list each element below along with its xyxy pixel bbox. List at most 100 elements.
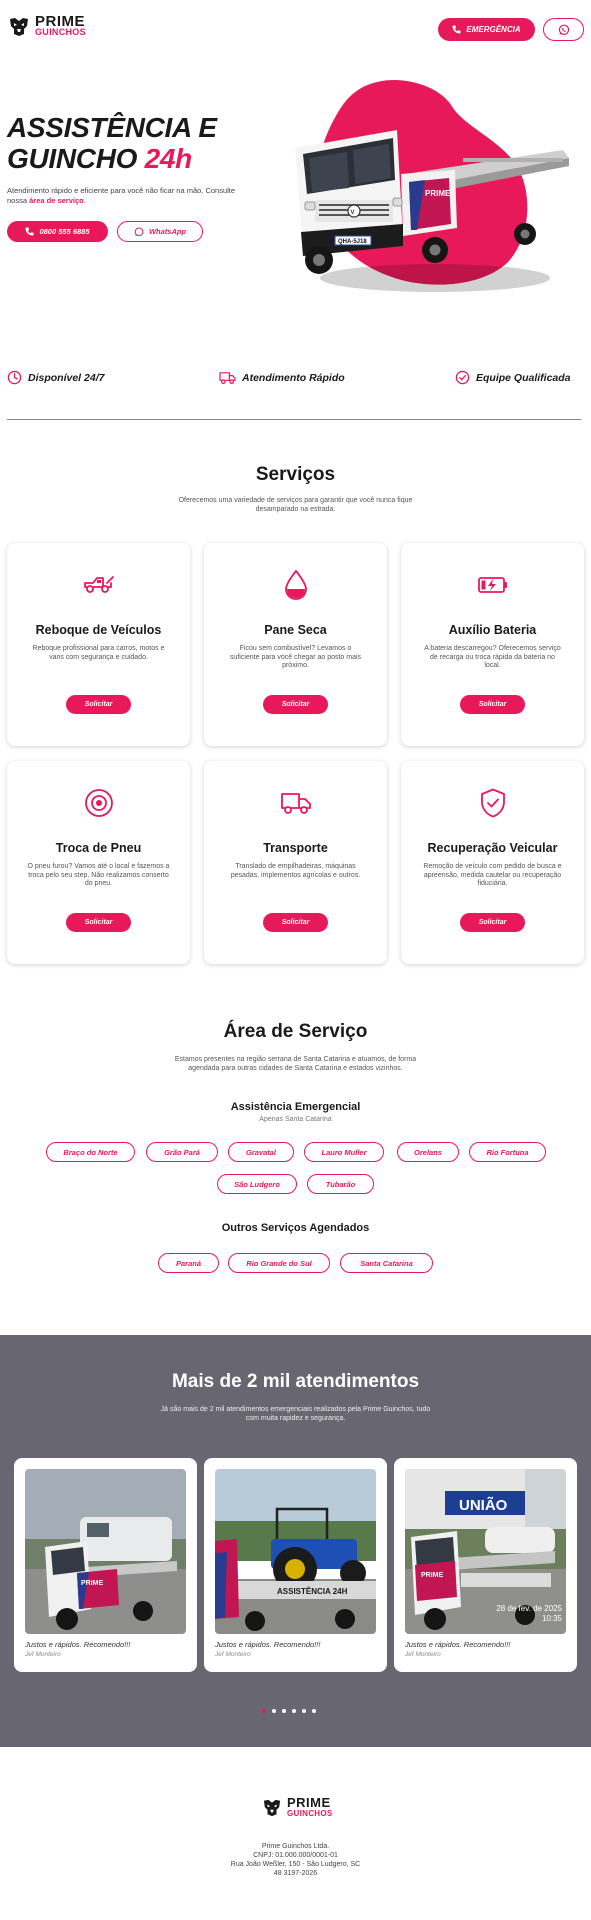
tractor-truck-banner: ASSISTÊNCIA 24H bbox=[277, 1587, 348, 1596]
city-chip[interactable]: Orelans bbox=[397, 1142, 459, 1162]
whatsapp-icon bbox=[134, 227, 144, 236]
whatsapp-icon bbox=[558, 24, 569, 35]
service-title: Reboque de Veículos bbox=[35, 623, 162, 637]
request-battery-button[interactable]: Solicitar bbox=[460, 695, 525, 714]
footer-company: Prime Guinchos Ltda. bbox=[261, 1843, 330, 1850]
car-photo-stamp-date: 28 de fev. de 2025 bbox=[496, 1604, 562, 1613]
service-desc: O pneu furou? Vamos até o local e fazemo… bbox=[27, 863, 170, 887]
service-card-tire: Troca de Pneu O pneu furou? Vamos até o … bbox=[7, 761, 190, 964]
services-subtitle: Oferecemos uma variedade de serviços par… bbox=[178, 497, 413, 513]
region-chip[interactable]: Santa Catarina bbox=[340, 1253, 433, 1273]
city-chip[interactable]: Tubarão bbox=[307, 1174, 374, 1194]
svg-text:V: V bbox=[351, 210, 355, 216]
carousel-dot[interactable] bbox=[262, 1709, 266, 1713]
check-circle-icon bbox=[455, 370, 470, 385]
site-header: PRIME GUINCHOS EMERGÊNCIA bbox=[0, 0, 591, 60]
scheduled-area-title: Outros Serviços Agendados bbox=[221, 1222, 370, 1234]
hero-title: ASSISTÊNCIA E GUINCHO 24h bbox=[7, 112, 217, 174]
service-card-tow: Reboque de Veículos Reboque profissional… bbox=[7, 543, 190, 746]
transformer-logo-icon bbox=[10, 18, 28, 36]
city-chip[interactable]: Lauro Muller bbox=[304, 1142, 384, 1162]
call-phone-label: 0800 555 6885 bbox=[39, 227, 90, 236]
testimonials-subtitle: Já são mais de 2 mil atendimentos emerge… bbox=[160, 1406, 431, 1422]
carousel-dot[interactable] bbox=[272, 1709, 276, 1713]
whatsapp-button[interactable]: WhatsApp bbox=[117, 221, 203, 242]
clock-icon bbox=[7, 370, 22, 385]
carousel-dot[interactable] bbox=[282, 1709, 286, 1713]
carousel-dot[interactable] bbox=[302, 1709, 306, 1713]
city-chip[interactable]: Braço do Norte bbox=[46, 1142, 135, 1162]
svg-text:PRIME: PRIME bbox=[421, 1572, 444, 1579]
battery-charging-icon bbox=[477, 569, 509, 601]
request-transport-button[interactable]: Solicitar bbox=[263, 913, 328, 932]
call-phone-button[interactable]: 0800 555 6885 bbox=[7, 221, 108, 242]
car-photo-stamp-time: 10:35 bbox=[542, 1614, 563, 1623]
service-title: Pane Seca bbox=[264, 623, 327, 637]
phone-icon bbox=[25, 227, 35, 236]
testimonial-author: Jef Monteiro bbox=[215, 1651, 251, 1658]
footer-street: Rua João Weßler, 150 - São Ludgero, SC bbox=[230, 1861, 361, 1868]
carousel-dot[interactable] bbox=[312, 1709, 316, 1713]
service-card-fuel: Pane Seca Ficou sem combustível? Levamos… bbox=[204, 543, 387, 746]
feature-fast-service: Atendimento Rápido bbox=[219, 370, 345, 385]
request-tow-button[interactable]: Solicitar bbox=[66, 695, 131, 714]
request-tire-button[interactable]: Solicitar bbox=[66, 913, 131, 932]
area-title: Área de Serviço bbox=[223, 1021, 368, 1042]
city-chip[interactable]: Rio Fortuna bbox=[469, 1142, 546, 1162]
service-card-recovery: Recuperação Veicular Remoção de veículo … bbox=[401, 761, 584, 964]
features-row: Disponível 24/7 Atendimento Rápido Equip… bbox=[0, 370, 591, 390]
testimonial-author: Jef Monteiro bbox=[405, 1651, 441, 1658]
region-chip[interactable]: Paraná bbox=[158, 1253, 219, 1273]
region-chip[interactable]: Rio Grande do Sul bbox=[228, 1253, 330, 1273]
service-desc: A bateria descarregou? Oferecemos serviç… bbox=[424, 645, 561, 669]
photo-van-tow: PRIME bbox=[25, 1469, 186, 1634]
city-chip[interactable]: Grão Pará bbox=[146, 1142, 218, 1162]
area-link[interactable]: área de serviço bbox=[29, 196, 84, 205]
hero-subtitle: Atendimento rápido e eficiente para você… bbox=[7, 186, 236, 205]
tire-icon bbox=[83, 787, 115, 819]
testimonial-quote: Justos e rápidos. Recomendo!!! bbox=[215, 1640, 321, 1649]
truck-icon bbox=[219, 372, 236, 385]
whatsapp-button-label: WhatsApp bbox=[148, 227, 187, 236]
testimonials-section: Mais de 2 mil atendimentos Já são mais d… bbox=[0, 1335, 591, 1747]
testimonial-quote: Justos e rápidos. Recomendo!!! bbox=[405, 1640, 511, 1649]
truck-icon bbox=[280, 787, 312, 819]
emergency-button[interactable]: EMERGÊNCIA bbox=[438, 18, 535, 41]
car-photo-sign: UNIÃO bbox=[459, 1496, 508, 1514]
hero-tow-truck-image: PRIME V QHA-5J18 bbox=[295, 80, 569, 292]
tow-truck-icon bbox=[83, 569, 115, 601]
shield-check-icon bbox=[477, 787, 509, 819]
city-chip[interactable]: Gravatal bbox=[228, 1142, 294, 1162]
service-card-battery: Auxílio Bateria A bateria descarregou? O… bbox=[401, 543, 584, 746]
brand-logo[interactable]: PRIME GUINCHOS bbox=[8, 14, 86, 38]
transformer-logo-icon bbox=[263, 1799, 281, 1817]
testimonial-quote: Justos e rápidos. Recomendo!!! bbox=[25, 1640, 131, 1649]
footer-brand-tagline: GUINCHOS bbox=[287, 1809, 333, 1818]
testimonial-author: Jef Monteiro bbox=[25, 1651, 61, 1658]
feature-qualified-team: Equipe Qualificada bbox=[455, 370, 571, 385]
request-recovery-button[interactable]: Solicitar bbox=[460, 913, 525, 932]
testimonials-title: Mais de 2 mil atendimentos bbox=[171, 1371, 420, 1392]
phone-icon bbox=[452, 25, 461, 34]
service-desc: Ficou sem combustível? Levamos o suficie… bbox=[229, 645, 362, 669]
service-desc: Reboque profissional para carros, motos … bbox=[32, 645, 165, 661]
emergency-area-title: Assistência Emergencial bbox=[230, 1101, 361, 1113]
brand-tagline: GUINCHOS bbox=[35, 27, 86, 37]
emergency-area-note: Apenas Santa Catarina bbox=[259, 1116, 332, 1123]
service-title: Recuperação Veicular bbox=[427, 841, 558, 855]
carousel-dot[interactable] bbox=[292, 1709, 296, 1713]
service-desc: Remoção de veículo com pedido de busca e… bbox=[423, 863, 562, 887]
photo-car-tow: UNIÃO PRIME 28 de fev. de 2025 10:35 bbox=[405, 1469, 566, 1634]
testimonial-card: ASSISTÊNCIA 24H Justos e rápidos. Recome… bbox=[204, 1458, 387, 1672]
whatsapp-header-button[interactable] bbox=[543, 18, 584, 41]
section-divider bbox=[7, 419, 581, 420]
request-fuel-button[interactable]: Solicitar bbox=[263, 695, 328, 714]
svg-text:PRIME: PRIME bbox=[81, 1580, 104, 1587]
service-title: Troca de Pneu bbox=[55, 841, 142, 855]
service-desc: Translado de empilhadeiras, máquinas pes… bbox=[230, 863, 361, 879]
photo-tractor-tow: ASSISTÊNCIA 24H bbox=[215, 1469, 376, 1634]
city-chip[interactable]: São Ludgero bbox=[217, 1174, 297, 1194]
testimonial-card: PRIME Justos e rápidos. Recomendo!!! Jef… bbox=[14, 1458, 197, 1672]
emergency-button-label: EMERGÊNCIA bbox=[466, 25, 521, 34]
footer-logo[interactable]: PRIME GUINCHOS bbox=[262, 1796, 333, 1819]
